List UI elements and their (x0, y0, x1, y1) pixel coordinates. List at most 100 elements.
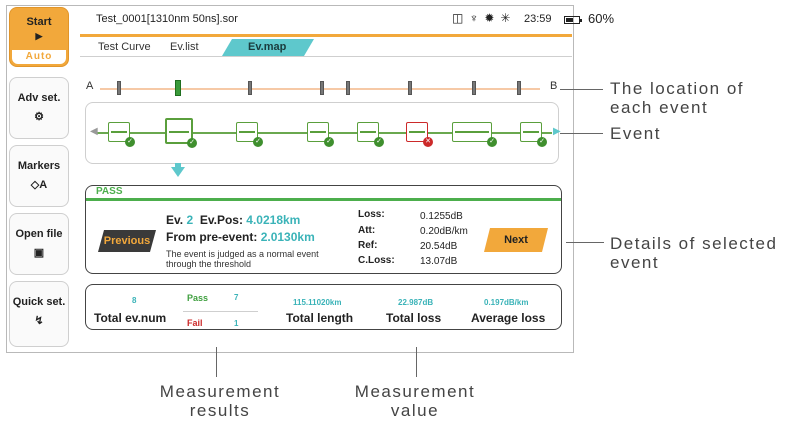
event-icon-selected[interactable]: ✓ (165, 118, 197, 148)
att-value: 0.20dB/km (420, 226, 468, 237)
annotation-line (560, 133, 603, 134)
annotation-line (416, 347, 417, 377)
start-label: Start (26, 16, 52, 28)
ref-value: 20.54dB (420, 241, 458, 252)
status-bar: Test_0001[1310nm 50ns].sor ◫♆✹✳ 23:59 60… (80, 8, 614, 30)
tab-ev-map[interactable]: Ev.map (222, 39, 314, 56)
lightning-icon: ↯ (34, 315, 44, 327)
fail-x-icon: ✕ (423, 137, 433, 147)
lock-icon: ◫ (452, 11, 470, 25)
screen: Start ▶ Auto Adv set. ⚙ Markers ◇A Open … (0, 0, 785, 426)
event-pos-value: 4.0218km (246, 213, 301, 227)
event-icon-fail[interactable]: ✕ (406, 122, 433, 147)
selection-arrow-icon (171, 167, 185, 177)
marker-row: ◇A (10, 178, 68, 191)
marker-diamond-icon: ◇ (30, 179, 40, 191)
pass-status-bar (86, 198, 561, 201)
start-button[interactable]: Start ▶ Auto (9, 7, 69, 67)
pass-status: PASS (96, 186, 123, 197)
pass-check-icon: ✓ (537, 137, 547, 147)
annotation-line (560, 89, 603, 90)
loss-label: Loss: (358, 209, 385, 220)
previous-button[interactable]: Previous (98, 230, 156, 252)
pass-count: 7 (234, 293, 239, 302)
event-icon-end[interactable]: ✓ (520, 122, 547, 147)
marker-suffix: A (39, 179, 48, 191)
pass-check-icon: ✓ (125, 137, 135, 147)
markers-label: Markers (17, 160, 61, 172)
pass-label: Pass (187, 293, 209, 303)
end-point-label: B (550, 80, 558, 92)
quick-set-button[interactable]: Quick set. ↯ (9, 281, 69, 347)
quick-set-label: Quick set. (12, 296, 66, 308)
event-icon-start[interactable]: ✓ (108, 122, 135, 147)
tab-test-curve[interactable]: Test Curve (98, 39, 151, 56)
location-marker[interactable] (472, 81, 476, 95)
event-icon[interactable]: ✓ (236, 122, 263, 147)
from-pre-label: From pre-event: (166, 230, 258, 244)
from-pre-value: 2.0130km (260, 230, 315, 244)
pass-check-icon: ✓ (374, 137, 384, 147)
annotation-results: Measurement results (159, 382, 281, 420)
adv-set-button[interactable]: Adv set. ⚙ (9, 77, 69, 139)
event-icon[interactable]: ✓ (307, 122, 334, 147)
event-pos-label: Ev.Pos: (199, 213, 243, 227)
annotation-details: Details of selected event (610, 234, 778, 272)
event-number: 2 (186, 213, 194, 227)
markers-button[interactable]: Markers ◇A (9, 145, 69, 207)
closs-label: C.Loss: (358, 255, 395, 266)
open-file-label: Open file (15, 228, 63, 240)
status-divider (80, 34, 572, 37)
total-ev-num-value: 8 (132, 296, 137, 305)
scroll-right-icon[interactable]: ▶ (553, 126, 561, 137)
annotation-line (566, 242, 604, 243)
pass-fail-divider (183, 311, 258, 312)
event-icon[interactable]: ✓ (357, 122, 384, 147)
event-icon-group[interactable]: ✓ (452, 122, 497, 147)
loss-value: 0.1255dB (420, 211, 463, 222)
location-marker[interactable] (408, 81, 412, 95)
tab-ev-list[interactable]: Ev.list (170, 39, 199, 56)
tab-underline (80, 56, 572, 57)
scroll-left-icon[interactable]: ◀ (90, 126, 98, 137)
location-marker[interactable] (248, 81, 252, 95)
annotation-event: Event (610, 124, 661, 143)
open-file-button[interactable]: Open file ▣ (9, 213, 69, 275)
file-name: Test_0001[1310nm 50ns].sor (96, 13, 238, 25)
brightness-icon: ✳ (500, 11, 517, 25)
location-marker[interactable] (517, 81, 521, 95)
folder-icon: ▣ (33, 247, 45, 259)
total-loss-value: 22.987dB (398, 298, 434, 307)
annotation-location: The location of each event (610, 79, 745, 117)
battery-icon (564, 16, 582, 24)
from-pre-event-line: From pre-event: 2.0130km (166, 230, 315, 244)
fail-label: Fail (187, 318, 203, 328)
event-label: Ev. (166, 213, 184, 227)
ref-label: Ref: (358, 240, 378, 251)
status-icons: ◫♆✹✳ (452, 11, 516, 25)
tab-bar: Test Curve Ev.list Ev.map (80, 38, 572, 56)
att-label: Att: (358, 225, 376, 236)
location-marker-selected[interactable] (175, 80, 181, 96)
location-marker[interactable] (346, 81, 350, 95)
battery-percent: 60% (588, 11, 615, 26)
pass-check-icon: ✓ (324, 137, 334, 147)
annotation-line (216, 347, 217, 377)
average-loss-label: Average loss (471, 311, 546, 325)
location-marker[interactable] (320, 81, 324, 95)
gear-icon: ⚙ (34, 111, 44, 123)
event-position-line: Ev. 2 Ev.Pos: 4.0218km (166, 213, 300, 227)
adv-set-label: Adv set. (17, 92, 61, 104)
pass-check-icon: ✓ (187, 138, 197, 148)
event-description: The event is judged as a normal event th… (166, 249, 319, 269)
clock: 23:59 (524, 13, 552, 25)
pass-check-icon: ✓ (487, 137, 497, 147)
battery-fill (566, 18, 573, 22)
total-length-label: Total length (286, 311, 354, 325)
start-point-label: A (86, 80, 94, 92)
next-button[interactable]: Next (484, 228, 548, 252)
location-marker[interactable] (117, 81, 121, 95)
total-ev-num-label: Total ev.num (94, 311, 167, 325)
sun-icon: ✹ (484, 11, 501, 25)
closs-value: 13.07dB (420, 256, 458, 267)
